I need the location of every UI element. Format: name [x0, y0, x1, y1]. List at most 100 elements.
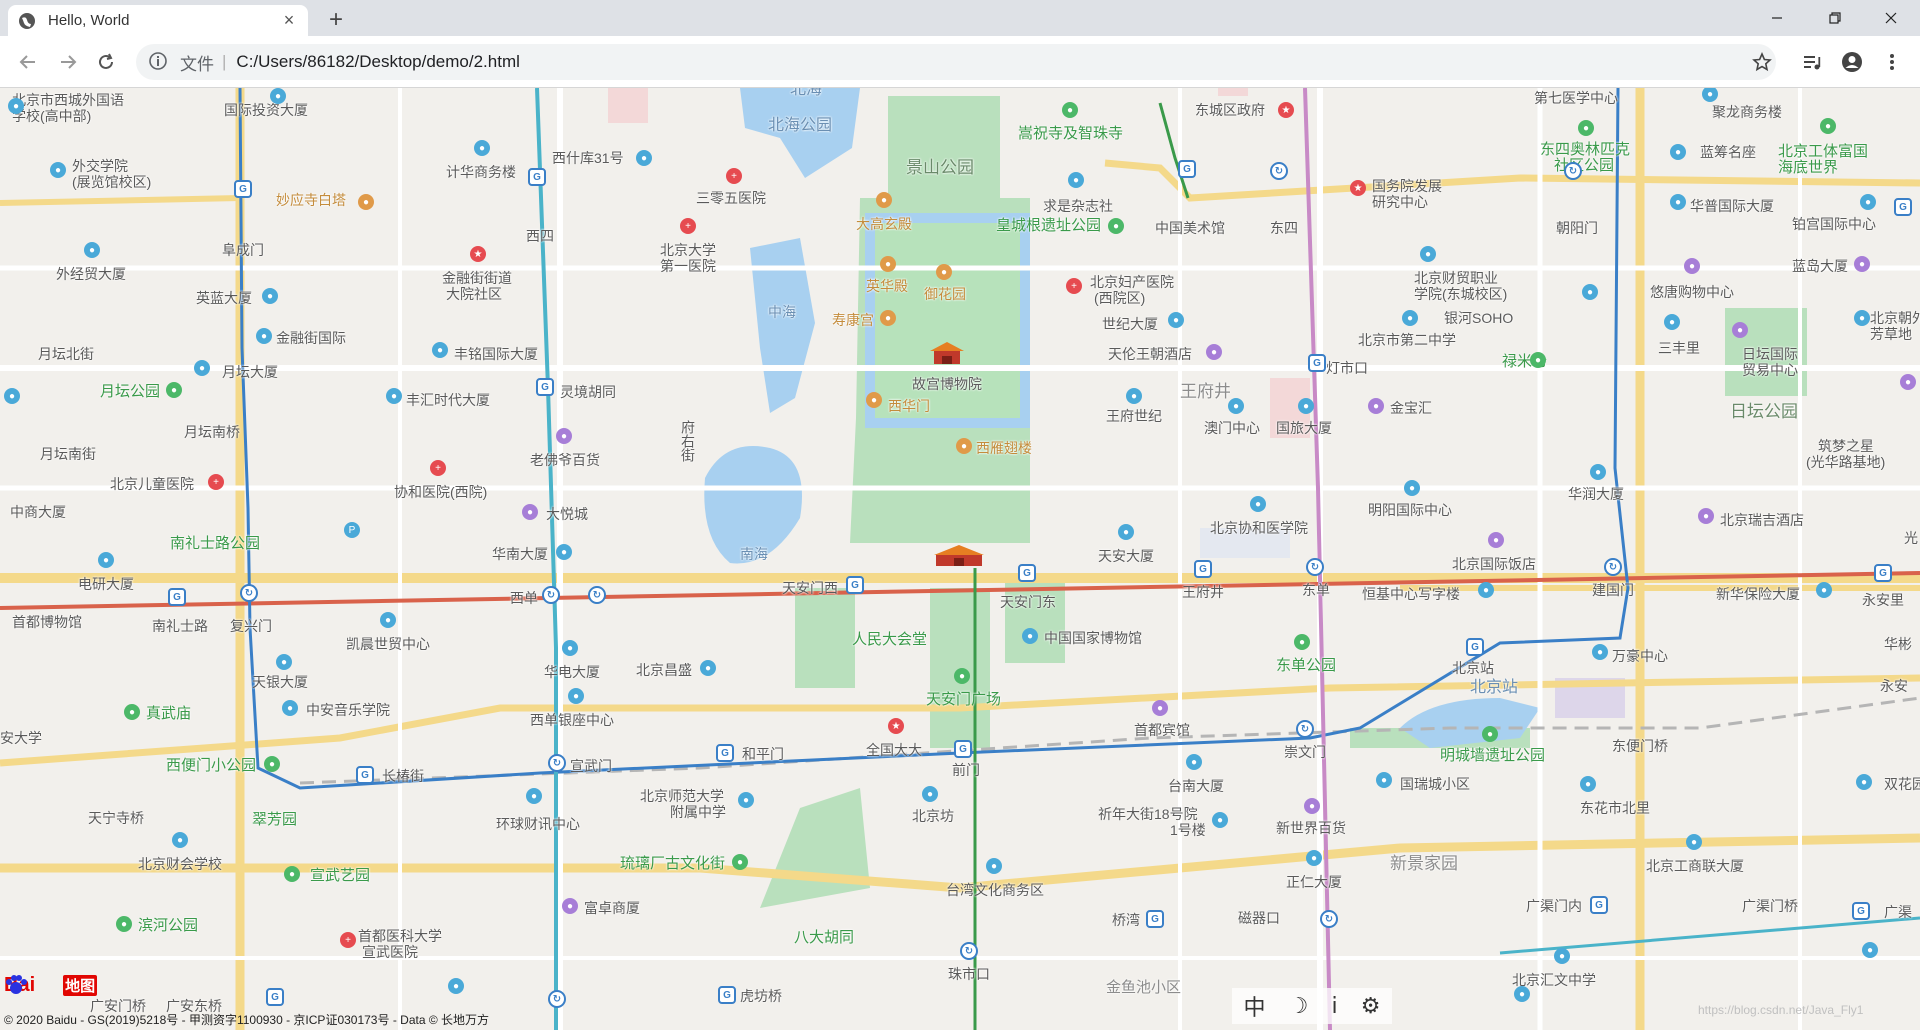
shopping-marker-icon[interactable]: ● — [1152, 700, 1168, 716]
park-marker-icon[interactable]: ● — [954, 668, 970, 684]
subway-station-icon[interactable]: G — [1466, 638, 1484, 656]
poi-marker-icon[interactable]: ● — [380, 612, 396, 628]
park-marker-icon[interactable]: ● — [116, 916, 132, 932]
subway-station-icon[interactable]: ↻ — [1270, 162, 1288, 180]
park-marker-icon[interactable]: ● — [1482, 726, 1498, 742]
poi-marker-icon[interactable]: ● — [50, 162, 66, 178]
landmark-marker-icon[interactable]: ● — [936, 264, 952, 280]
star-marker-icon[interactable]: ★ — [888, 718, 904, 734]
shopping-marker-icon[interactable]: ● — [1900, 374, 1916, 390]
poi-marker-icon[interactable]: ● — [1228, 398, 1244, 414]
tiananmen-icon[interactable] — [934, 542, 984, 568]
hospital-marker-icon[interactable]: + — [1066, 278, 1082, 294]
subway-station-icon[interactable]: G — [954, 740, 972, 758]
subway-station-icon[interactable]: ↻ — [548, 754, 566, 772]
poi-marker-icon[interactable]: ● — [1250, 496, 1266, 512]
star-marker-icon[interactable]: ★ — [1350, 180, 1366, 196]
park-marker-icon[interactable]: ● — [1530, 352, 1546, 368]
poi-marker-icon[interactable]: ● — [172, 832, 188, 848]
subway-station-icon[interactable]: G — [718, 986, 736, 1004]
map-canvas[interactable]: 北京市西城外国语 学校(高中部) 国际投资大厦 北海 北海公园 嵩祝寺及智珠寺 … — [0, 88, 1920, 1030]
poi-marker-icon[interactable]: ● — [256, 328, 272, 344]
shopping-marker-icon[interactable]: ● — [1304, 798, 1320, 814]
shopping-marker-icon[interactable]: ● — [562, 898, 578, 914]
subway-station-icon[interactable]: G — [1018, 564, 1036, 582]
star-marker-icon[interactable]: ★ — [1278, 102, 1294, 118]
back-icon[interactable] — [12, 46, 44, 78]
subway-station-icon[interactable]: G — [1894, 198, 1912, 216]
poi-marker-icon[interactable]: ● — [738, 792, 754, 808]
new-tab-button[interactable]: + — [322, 6, 350, 34]
poi-marker-icon[interactable]: ● — [986, 858, 1002, 874]
shopping-marker-icon[interactable]: ● — [1488, 532, 1504, 548]
close-tab-icon[interactable]: × — [280, 10, 298, 30]
poi-marker-icon[interactable]: ● — [386, 388, 402, 404]
browser-tab[interactable]: Hello, World × — [8, 5, 308, 36]
shopping-marker-icon[interactable]: ● — [1698, 508, 1714, 524]
poi-marker-icon[interactable]: ● — [1816, 582, 1832, 598]
poi-marker-icon[interactable]: ● — [1402, 310, 1418, 326]
hospital-marker-icon[interactable]: + — [430, 460, 446, 476]
poi-marker-icon[interactable]: ● — [1554, 948, 1570, 964]
park-marker-icon[interactable]: ● — [1578, 120, 1594, 136]
landmark-marker-icon[interactable]: ● — [876, 192, 892, 208]
poi-marker-icon[interactable]: ● — [1478, 582, 1494, 598]
poi-marker-icon[interactable]: ● — [270, 88, 286, 104]
subway-station-icon[interactable]: ↻ — [1320, 910, 1338, 928]
poi-marker-icon[interactable]: ● — [1022, 628, 1038, 644]
subway-station-icon[interactable]: G — [528, 168, 546, 186]
poi-marker-icon[interactable]: ● — [194, 360, 210, 376]
poi-marker-icon[interactable]: ● — [84, 242, 100, 258]
park-marker-icon[interactable]: ● — [732, 854, 748, 870]
reload-icon[interactable] — [90, 46, 122, 78]
poi-marker-icon[interactable]: ● — [1298, 398, 1314, 414]
shopping-marker-icon[interactable]: ● — [522, 504, 538, 520]
poi-marker-icon[interactable]: ● — [1068, 172, 1084, 188]
bookmark-star-icon[interactable] — [1746, 46, 1778, 78]
poi-marker-icon[interactable]: ● — [526, 788, 542, 804]
landmark-marker-icon[interactable]: ● — [880, 310, 896, 326]
poi-marker-icon[interactable]: ● — [1118, 524, 1134, 540]
subway-station-icon[interactable]: G — [266, 988, 284, 1006]
subway-station-icon[interactable]: ↻ — [1296, 720, 1314, 738]
poi-marker-icon[interactable]: ● — [1664, 314, 1680, 330]
subway-station-icon[interactable]: ↻ — [1564, 162, 1582, 180]
language-toggle-button[interactable]: 中 — [1244, 990, 1266, 1022]
poi-marker-icon[interactable]: ● — [1376, 772, 1392, 788]
subway-station-icon[interactable]: G — [536, 378, 554, 396]
poi-marker-icon[interactable]: ● — [562, 640, 578, 656]
subway-station-icon[interactable]: G — [1874, 564, 1892, 582]
poi-marker-icon[interactable]: ● — [4, 388, 20, 404]
poi-marker-icon[interactable]: ● — [1856, 774, 1872, 790]
subway-station-icon[interactable]: G — [168, 588, 186, 606]
park-marker-icon[interactable]: ● — [1294, 634, 1310, 650]
poi-marker-icon[interactable]: ● — [276, 654, 292, 670]
poi-marker-icon[interactable]: ● — [1514, 986, 1530, 1002]
subway-station-icon[interactable]: G — [1852, 902, 1870, 920]
close-window-icon[interactable] — [1862, 0, 1920, 36]
shopping-marker-icon[interactable]: ● — [1206, 344, 1222, 360]
subway-station-icon[interactable]: G — [1590, 896, 1608, 914]
shopping-marker-icon[interactable]: ● — [1854, 256, 1870, 272]
park-marker-icon[interactable]: ● — [264, 756, 280, 772]
poi-marker-icon[interactable]: ● — [1306, 850, 1322, 866]
address-bar[interactable]: 文件 | C:/Users/86182/Desktop/demo/2.html — [136, 44, 1776, 80]
park-marker-icon[interactable]: ● — [1062, 102, 1078, 118]
hospital-marker-icon[interactable]: + — [340, 932, 356, 948]
subway-station-icon[interactable]: ↻ — [548, 990, 566, 1008]
info-toggle-icon[interactable]: ⅰ — [1331, 993, 1337, 1019]
poi-marker-icon[interactable]: ● — [1126, 388, 1142, 404]
poi-marker-icon[interactable]: ● — [1580, 776, 1596, 792]
park-marker-icon[interactable]: ● — [1108, 218, 1124, 234]
forward-icon[interactable] — [52, 46, 84, 78]
subway-station-icon[interactable]: G — [356, 766, 374, 784]
poi-marker-icon[interactable]: ● — [1420, 246, 1436, 262]
poi-marker-icon[interactable]: ● — [282, 700, 298, 716]
restore-icon[interactable] — [1806, 0, 1864, 36]
subway-station-icon[interactable]: G — [234, 180, 252, 198]
shopping-marker-icon[interactable]: ● — [1732, 322, 1748, 338]
landmark-marker-icon[interactable]: ● — [880, 256, 896, 272]
night-mode-icon[interactable]: ☽ — [1289, 993, 1309, 1019]
shopping-marker-icon[interactable]: ● — [1368, 398, 1384, 414]
poi-marker-icon[interactable]: ● — [448, 978, 464, 994]
